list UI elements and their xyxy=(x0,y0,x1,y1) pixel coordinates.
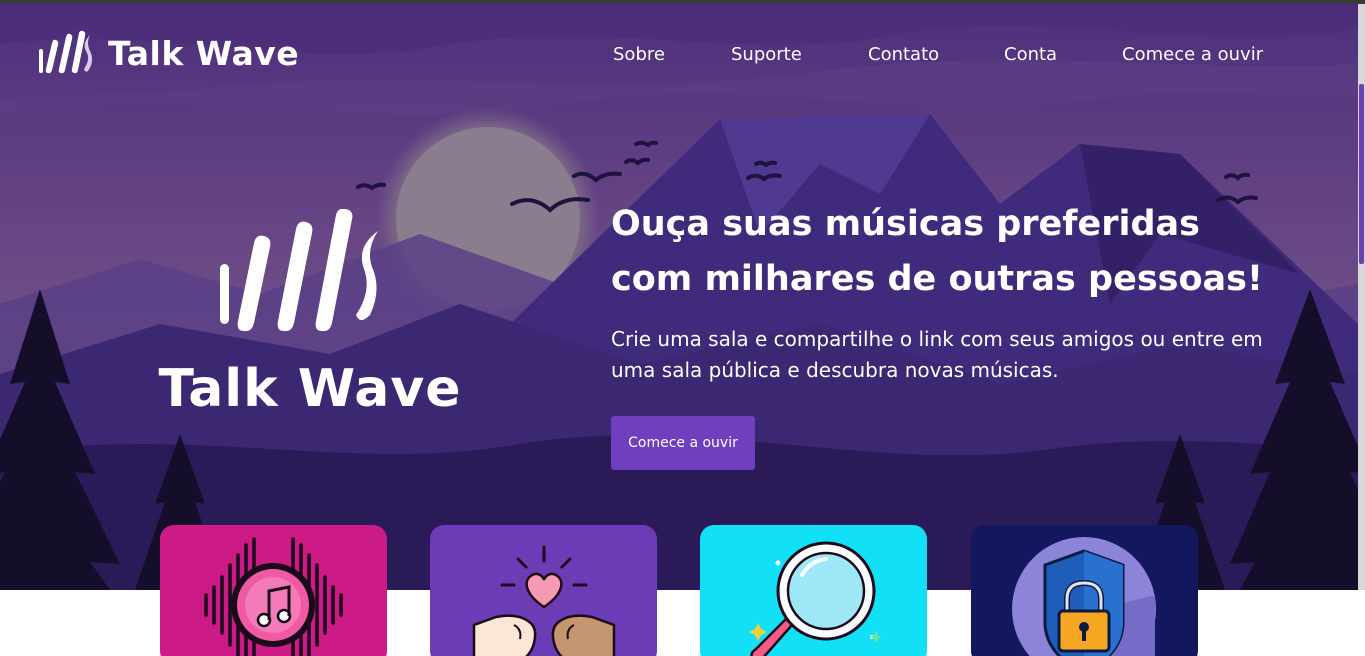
feature-card-discover[interactable] xyxy=(700,525,927,656)
feature-card-security[interactable] xyxy=(971,525,1198,656)
feature-card-community[interactable] xyxy=(430,525,657,656)
brand-name: Talk Wave xyxy=(108,33,300,73)
music-sound-wave-icon xyxy=(204,537,343,656)
fist-bump-heart-icon xyxy=(472,545,616,656)
nav-link-conta[interactable]: Conta xyxy=(1004,44,1057,65)
nav-link-sobre[interactable]: Sobre xyxy=(613,44,665,65)
sound-wave-logo-icon xyxy=(39,30,93,74)
hero-subtitle: Crie uma sala e compartilhe o link com s… xyxy=(611,327,1263,382)
page-scrollbar[interactable] xyxy=(1358,4,1365,590)
nav-link-contato[interactable]: Contato xyxy=(868,44,939,65)
brand-logo[interactable]: Talk Wave xyxy=(36,28,299,78)
hero-title: Ouça suas músicas preferidas com milhare… xyxy=(611,204,1263,299)
sound-wave-logo-icon xyxy=(220,209,378,332)
hero-section: Talk Wave Sobre Suporte Contato Conta Co… xyxy=(0,4,1358,590)
start-listening-button[interactable]: Comece a ouvir xyxy=(611,416,755,470)
nav-link-suporte[interactable]: Suporte xyxy=(731,44,802,65)
hero-logo: Talk Wave xyxy=(150,209,470,429)
magnifying-glass-icon xyxy=(749,541,882,656)
scrollbar-thumb[interactable] xyxy=(1359,84,1364,264)
security-lock-shield-icon xyxy=(1012,537,1156,656)
feature-card-music[interactable] xyxy=(160,525,387,656)
hero-logo-wordmark: Talk Wave xyxy=(158,359,462,419)
window-top-border xyxy=(0,0,1365,4)
nav-link-comece-a-ouvir[interactable]: Comece a ouvir xyxy=(1122,44,1263,65)
